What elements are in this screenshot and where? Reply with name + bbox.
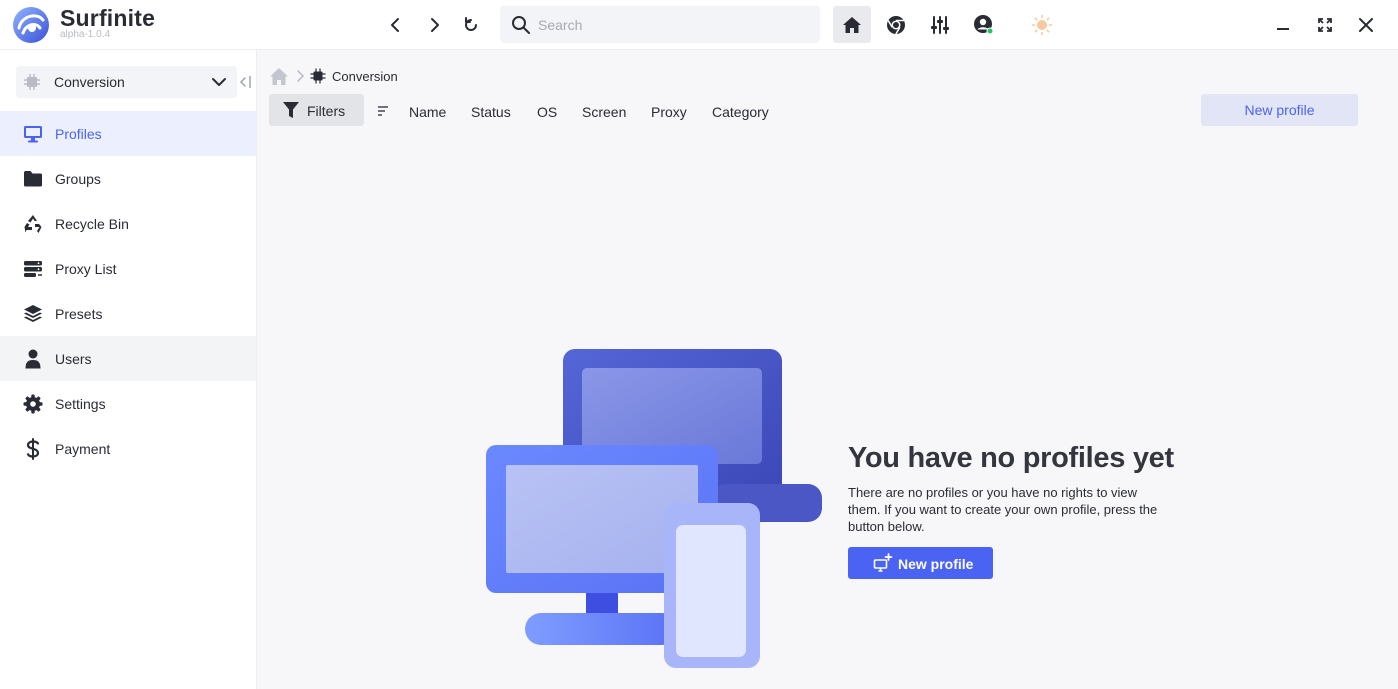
add-profile-icon: [873, 553, 893, 572]
close-icon: [1359, 18, 1373, 32]
sidebar-item-users[interactable]: Users: [0, 336, 256, 381]
back-button[interactable]: [383, 12, 409, 38]
empty-state-description: There are no profiles or you have no rig…: [848, 485, 1158, 534]
workspace-select[interactable]: Conversion: [16, 66, 237, 98]
app-version: alpha-1.0.4: [60, 29, 111, 40]
browser-button[interactable]: [877, 6, 915, 43]
layers-icon: [22, 303, 43, 324]
sidebar-item-profiles[interactable]: Profiles: [0, 111, 256, 156]
sun-icon: [1031, 14, 1053, 35]
recycle-icon: [22, 213, 43, 234]
sidebar-item-groups[interactable]: Groups: [0, 156, 256, 201]
title-bar: Surfinite alpha-1.0.4: [0, 0, 1398, 50]
maximize-button[interactable]: [1312, 12, 1338, 38]
monitor-icon: [22, 123, 43, 144]
column-category[interactable]: Category: [712, 104, 769, 120]
column-proxy[interactable]: Proxy: [651, 104, 687, 120]
account-button[interactable]: [965, 6, 1003, 43]
sidebar-item-label: Proxy List: [55, 261, 117, 277]
app-name: Surfinite: [60, 5, 156, 31]
new-profile-label: New profile: [898, 556, 974, 572]
sidebar-item-recycle-bin[interactable]: Recycle Bin: [0, 201, 256, 246]
main-content: Conversion Filters Name Status OS Screen…: [257, 50, 1398, 689]
gear-icon: [22, 393, 43, 414]
sidebar-item-label: Profiles: [55, 126, 102, 142]
sidebar-menu: Profiles Groups Recycle Bin Proxy List P…: [0, 111, 256, 471]
search-input[interactable]: [538, 6, 808, 43]
close-button[interactable]: [1353, 12, 1379, 38]
forward-button[interactable]: [421, 12, 447, 38]
sidebar: Conversion Profiles Groups Recycle Bin P…: [0, 50, 257, 689]
empty-state-title: You have no profiles yet: [848, 442, 1174, 474]
sidebar-item-label: Presets: [55, 306, 103, 322]
user-icon: [22, 348, 43, 369]
sort-icon[interactable]: [378, 106, 389, 116]
chip-icon: [24, 74, 40, 90]
sliders-icon: [931, 15, 949, 34]
theme-toggle-button[interactable]: [1023, 6, 1061, 43]
chevron-down-icon: [212, 78, 226, 86]
collapse-sidebar-icon[interactable]: [239, 74, 253, 90]
filters-button[interactable]: Filters: [269, 94, 364, 126]
sidebar-item-presets[interactable]: Presets: [0, 291, 256, 336]
sidebar-item-settings[interactable]: Settings: [0, 381, 256, 426]
folder-icon: [22, 168, 43, 189]
reload-button[interactable]: [458, 12, 484, 38]
filters-label: Filters: [307, 103, 346, 119]
breadcrumb-current[interactable]: Conversion: [332, 69, 398, 84]
home-icon: [843, 16, 861, 33]
devices-illustration: [486, 349, 822, 668]
column-name[interactable]: Name: [409, 104, 446, 120]
sidebar-item-label: Payment: [55, 441, 111, 457]
column-screen[interactable]: Screen: [582, 104, 626, 120]
column-os[interactable]: OS: [537, 104, 557, 120]
search-icon: [512, 16, 530, 34]
sidebar-item-label: Groups: [55, 171, 101, 187]
new-profile-button[interactable]: New profile: [848, 547, 993, 579]
breadcrumb-home-icon[interactable]: [269, 67, 289, 86]
filter-icon: [283, 102, 299, 118]
breadcrumb-separator-icon: [297, 70, 305, 82]
column-status[interactable]: Status: [471, 104, 511, 120]
chevron-left-icon: [391, 18, 399, 32]
minimize-icon: [1277, 28, 1289, 30]
search-bar[interactable]: [500, 6, 820, 43]
account-icon: [974, 14, 994, 34]
sidebar-item-label: Users: [55, 351, 92, 367]
new-profile-top-button[interactable]: New profile: [1201, 94, 1358, 126]
chevron-right-icon: [431, 18, 439, 32]
adjustments-button[interactable]: [921, 6, 959, 43]
dollar-icon: [22, 437, 43, 460]
surfinite-logo-icon: [13, 7, 49, 43]
workspace-name: Conversion: [54, 74, 125, 90]
reload-icon: [465, 17, 477, 31]
minimize-button[interactable]: [1270, 12, 1296, 38]
chip-icon: [310, 68, 326, 84]
sidebar-item-proxy-list[interactable]: Proxy List: [0, 246, 256, 291]
server-icon: [22, 258, 43, 279]
chrome-icon: [887, 15, 905, 34]
sidebar-item-payment[interactable]: Payment: [0, 426, 256, 471]
sidebar-item-label: Settings: [55, 396, 106, 412]
expand-icon: [1318, 18, 1332, 32]
sidebar-item-label: Recycle Bin: [55, 216, 129, 232]
home-button[interactable]: [833, 6, 871, 43]
